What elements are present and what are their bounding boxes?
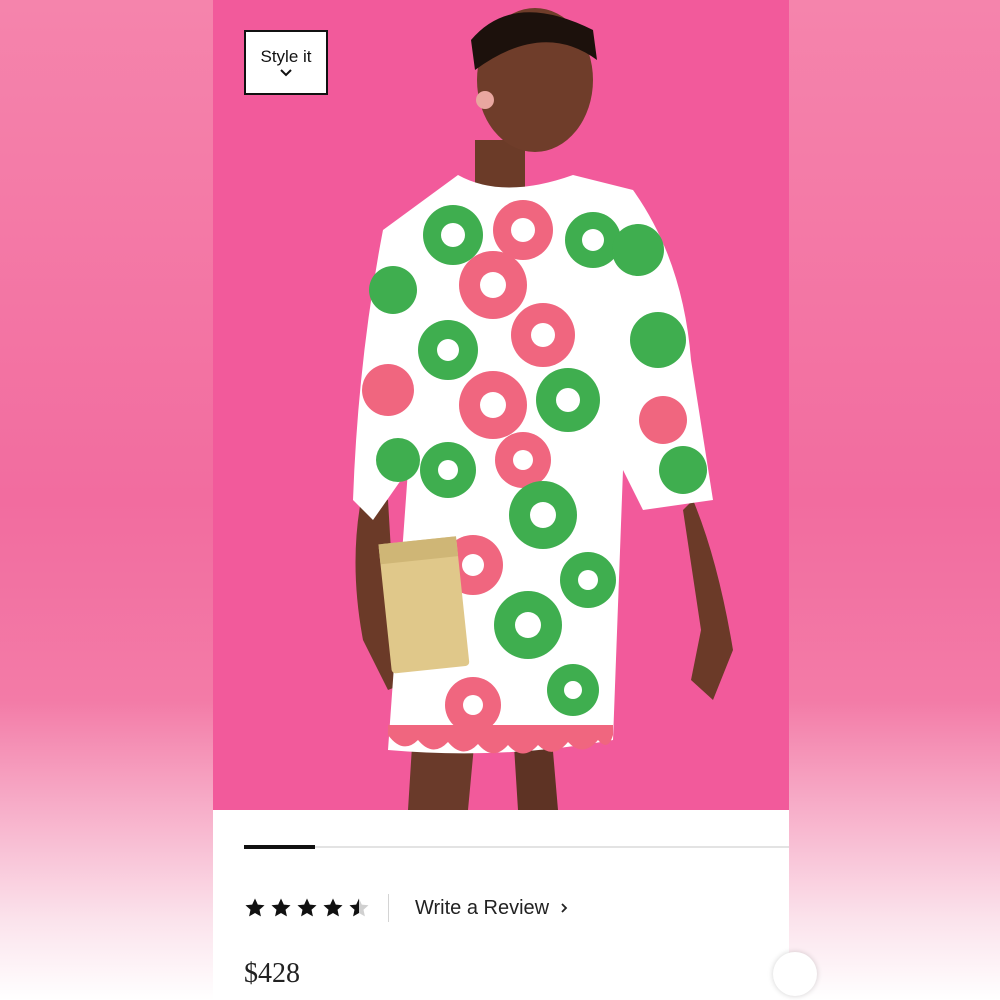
floating-action-button[interactable] bbox=[773, 952, 817, 996]
star-icon bbox=[349, 898, 369, 917]
star-icon bbox=[323, 898, 343, 917]
product-screen: Style it Write a Review $428 bbox=[213, 0, 789, 1000]
write-review-link[interactable]: Write a Review bbox=[415, 897, 569, 920]
gallery-progress-bar bbox=[244, 845, 789, 849]
product-photo[interactable]: Style it bbox=[213, 0, 789, 810]
star-icon bbox=[297, 898, 317, 917]
background-right bbox=[789, 0, 1000, 1000]
style-it-label: Style it bbox=[260, 46, 312, 66]
chevron-down-icon bbox=[280, 68, 292, 76]
product-price: $428 bbox=[244, 958, 300, 989]
chevron-right-icon bbox=[561, 903, 568, 913]
star-rating bbox=[244, 897, 370, 919]
write-review-label: Write a Review bbox=[415, 896, 550, 919]
gallery-progress-fill bbox=[244, 845, 315, 849]
divider bbox=[388, 894, 389, 922]
style-it-button[interactable]: Style it bbox=[244, 30, 328, 95]
rating-row: Write a Review bbox=[244, 890, 569, 926]
background-left bbox=[0, 0, 213, 1000]
star-icon bbox=[271, 898, 291, 917]
star-icon bbox=[245, 898, 265, 917]
model-illustration bbox=[213, 0, 789, 810]
